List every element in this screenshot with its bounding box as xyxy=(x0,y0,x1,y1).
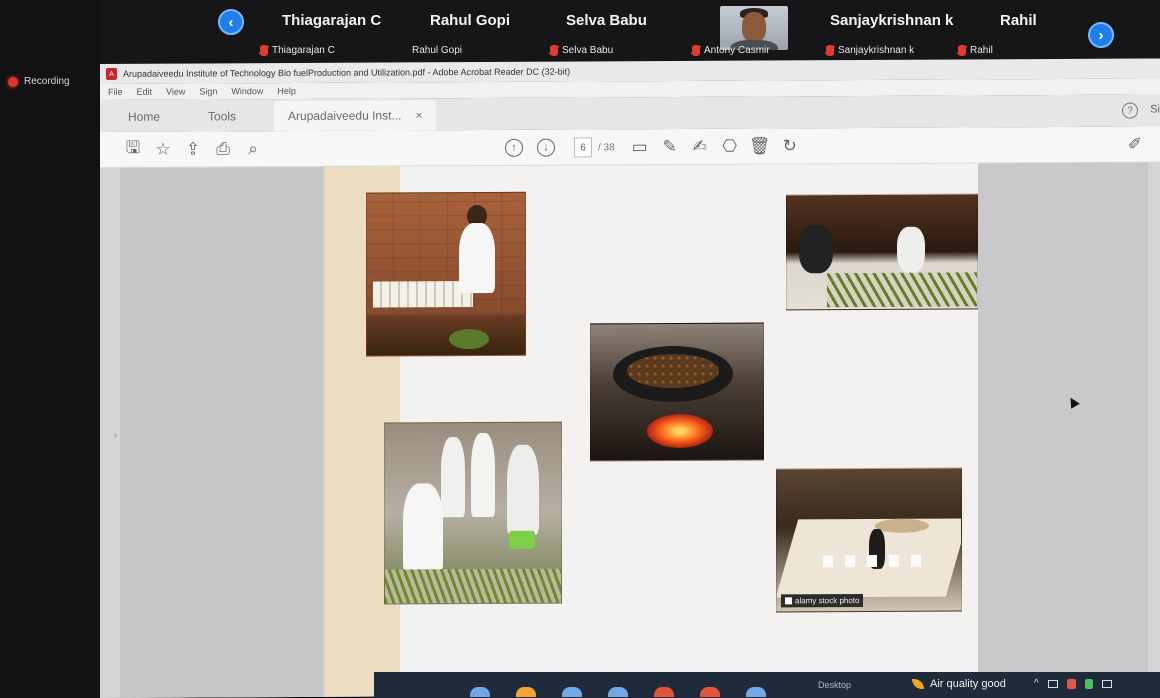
taskbar-apps xyxy=(470,673,766,697)
participant-video-tile[interactable] xyxy=(720,6,788,50)
taskbar-app-icon[interactable] xyxy=(746,687,766,697)
left-rail: Recording xyxy=(0,0,100,698)
participant-name[interactable]: Rahil xyxy=(1000,12,1037,29)
photo-coffee-table-setting: alamy stock photo xyxy=(776,467,962,613)
comment-icon[interactable]: ▭ xyxy=(625,137,655,157)
weather-widget[interactable]: Air quality good xyxy=(912,678,1006,690)
sign-in-link[interactable]: Si xyxy=(1150,103,1160,115)
leaf-icon xyxy=(912,679,924,689)
page-navigation: ↑ ↓ 6 / 38 ▭ ✎ ✍ ⎔ 🗑 ↻ xyxy=(498,128,805,166)
page-total: / 38 xyxy=(598,141,615,153)
participant-tag: Thiagarajan C xyxy=(260,45,335,56)
window-title: Arupadaiveedu Institute of Technology Bi… xyxy=(123,66,571,79)
taskbar-app-icon[interactable] xyxy=(516,687,536,697)
help-icon[interactable]: ? xyxy=(1122,102,1138,119)
mic-muted-icon xyxy=(550,45,558,56)
main-toolbar: 🖫 ☆ ⇪ ⎙ ⌕ ↑ ↓ 6 / 38 ▭ ✎ ✍ ⎔ 🗑 ↻ ✐ xyxy=(100,126,1160,168)
tray-display-icon[interactable] xyxy=(1047,679,1058,688)
participant-name[interactable]: Thiagarajan C xyxy=(282,12,381,29)
taskbar-app-icon[interactable] xyxy=(562,687,582,697)
highlight-pen-icon[interactable]: ✎ xyxy=(655,137,685,157)
tab-document[interactable]: Arupadaiveedu Inst... × xyxy=(274,100,437,132)
participant-name[interactable]: Selva Babu xyxy=(566,12,647,29)
taskbar-app-icon[interactable] xyxy=(470,687,490,697)
photo-woman-coffee-ceremony xyxy=(366,191,526,357)
recording-label: Recording xyxy=(24,76,70,87)
document-tab-label: Arupadaiveedu Inst... xyxy=(288,108,402,124)
menu-file[interactable]: File xyxy=(108,87,123,97)
page-number-input[interactable]: 6 xyxy=(574,137,592,158)
save-icon[interactable]: 🖫 xyxy=(118,135,148,164)
photo-roasting-beans xyxy=(590,322,764,462)
chevron-left-icon: ‹ xyxy=(228,13,234,31)
taskbar-app-icon[interactable] xyxy=(608,687,628,697)
desktop-label[interactable]: Desktop xyxy=(818,680,851,690)
tray-chevron-icon[interactable]: ^ xyxy=(1034,678,1039,689)
system-tray: ^ xyxy=(1034,678,1112,689)
mic-muted-icon xyxy=(692,45,700,56)
stock-watermark: alamy stock photo xyxy=(781,594,864,608)
chevron-right-icon: › xyxy=(1098,26,1104,44)
search-icon[interactable]: ⌕ xyxy=(238,139,268,159)
print-icon[interactable]: ⎙ xyxy=(208,139,238,159)
next-page-down-arrow-icon[interactable]: ↓ xyxy=(537,138,555,157)
photo-women-in-white xyxy=(384,421,562,605)
participant-tag: Rahul Gopi xyxy=(412,45,463,56)
participant-name[interactable]: Sanjaykrishnan k xyxy=(830,12,953,29)
mic-muted-icon xyxy=(260,45,268,56)
photo-ceremony-group xyxy=(786,193,978,311)
document-viewport[interactable]: › alamy stock photo xyxy=(100,162,1160,698)
tab-tools[interactable]: Tools xyxy=(198,109,246,131)
participant-tag: Sanjaykrishnan k xyxy=(826,45,914,56)
stamp-icon[interactable]: ⎔ xyxy=(715,137,745,157)
tray-battery-icon[interactable] xyxy=(1084,678,1093,689)
fill-sign-icon[interactable]: ✐ xyxy=(1128,135,1142,155)
mic-muted-icon xyxy=(958,45,966,56)
mic-muted-icon xyxy=(826,45,834,56)
bookmark-star-icon[interactable]: ☆ xyxy=(148,139,178,159)
menu-sign[interactable]: Sign xyxy=(199,86,217,96)
expand-panel-chevron-icon[interactable]: › xyxy=(114,430,117,440)
sign-icon[interactable]: ✍ xyxy=(685,137,715,157)
participant-tag: Antony Casmir xyxy=(692,45,770,56)
prev-participants-button[interactable]: ‹ xyxy=(218,9,244,35)
participant-name[interactable]: Rahul Gopi xyxy=(430,12,510,29)
prev-page-up-arrow-icon[interactable]: ↑ xyxy=(505,138,523,157)
upload-cloud-icon[interactable]: ⇪ xyxy=(178,139,208,159)
taskbar-app-icon[interactable] xyxy=(700,687,720,697)
menu-view[interactable]: View xyxy=(166,87,185,97)
participant-tag: Rahil xyxy=(958,45,993,56)
windows-taskbar: Desktop Air quality good ^ xyxy=(374,672,1160,698)
delete-trash-icon[interactable]: 🗑 xyxy=(745,136,775,156)
next-participants-button[interactable]: › xyxy=(1088,22,1114,48)
recording-indicator: Recording xyxy=(8,76,70,87)
menu-help[interactable]: Help xyxy=(277,86,296,96)
tab-home[interactable]: Home xyxy=(118,110,170,132)
taskbar-app-icon[interactable] xyxy=(654,687,674,697)
acrobat-window: A Arupadaiveedu Institute of Technology … xyxy=(100,58,1160,698)
participant-tag: Selva Babu xyxy=(550,45,613,56)
rotate-icon[interactable]: ↻ xyxy=(775,136,805,156)
acrobat-pdf-icon: A xyxy=(106,67,117,80)
menu-edit[interactable]: Edit xyxy=(137,87,153,97)
tray-network-icon[interactable] xyxy=(1101,679,1112,688)
tray-app-icon[interactable] xyxy=(1066,678,1076,689)
recording-dot-icon xyxy=(8,76,18,87)
menu-window[interactable]: Window xyxy=(231,86,263,96)
alamy-logo-icon xyxy=(785,597,792,605)
participant-strip: ‹ Thiagarajan C Thiagarajan C Rahul Gopi… xyxy=(100,0,1160,64)
close-tab-icon[interactable]: × xyxy=(415,108,422,122)
